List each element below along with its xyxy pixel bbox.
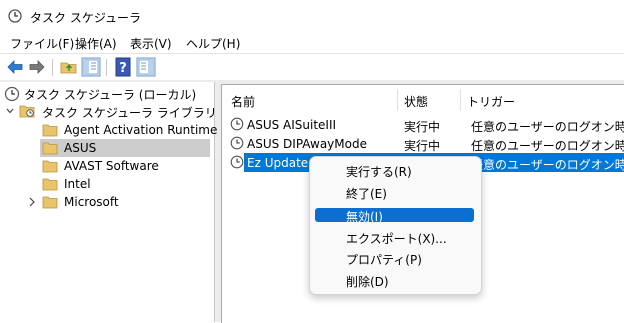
task-clock-icon bbox=[230, 117, 244, 131]
navigation-tree: タスク スケジューラ (ローカル) タスク スケジューラ ライブラリ Agent… bbox=[0, 82, 217, 322]
back-arrow-icon[interactable] bbox=[5, 57, 25, 77]
clock-icon bbox=[8, 9, 22, 23]
folder-clock-icon bbox=[19, 105, 35, 118]
tree-folder-label: AVAST Software bbox=[64, 159, 159, 173]
svg-text:?: ? bbox=[119, 61, 127, 76]
context-item-delete[interactable]: 削除(D) bbox=[315, 273, 474, 289]
context-item-disable[interactable]: 無効(I) bbox=[315, 208, 474, 224]
context-item-end[interactable]: 終了(E) bbox=[315, 185, 474, 201]
folder-icon bbox=[42, 160, 58, 173]
toolbar-separator bbox=[52, 59, 53, 76]
task-trigger: 任意のユーザーのログオン時 bbox=[471, 120, 624, 134]
folder-icon bbox=[42, 196, 58, 209]
tree-folder-label: ASUS bbox=[64, 141, 97, 155]
column-header-trigger[interactable]: トリガー bbox=[461, 85, 624, 111]
task-trigger: 任意のユーザーのログオン時 bbox=[471, 158, 624, 172]
menu-action[interactable]: 操作(A) bbox=[75, 35, 117, 52]
tree-item-root[interactable]: タスク スケジューラ (ローカル) bbox=[4, 84, 209, 102]
tree-folder-label: Intel bbox=[64, 177, 91, 191]
task-status: 実行中 bbox=[404, 139, 441, 153]
chevron-right-icon[interactable] bbox=[28, 197, 36, 207]
task-name: ASUS DIPAwayMode bbox=[247, 137, 367, 151]
menu-view[interactable]: 表示(V) bbox=[130, 35, 172, 52]
folder-up-icon[interactable] bbox=[59, 57, 79, 77]
window-title: タスク スケジューラ bbox=[30, 11, 141, 25]
tree-root-label: タスク スケジューラ (ローカル) bbox=[24, 88, 197, 102]
tree-item-library[interactable]: タスク スケジューラ ライブラリ bbox=[6, 102, 217, 120]
column-header-name[interactable]: 名前 bbox=[222, 85, 397, 111]
tree-folder[interactable]: Microsoft bbox=[26, 193, 210, 211]
table-row[interactable]: ASUS AISuiteIII 実行中 任意のユーザーのログオン時 bbox=[222, 115, 624, 134]
table-row[interactable]: ASUS DIPAwayMode 実行中 任意のユーザーのログオン時 bbox=[222, 134, 624, 153]
toolbar-separator bbox=[106, 59, 107, 76]
chevron-down-icon[interactable] bbox=[6, 107, 14, 115]
show-hide-action-pane-icon[interactable] bbox=[136, 57, 156, 77]
toolbar: ? bbox=[0, 53, 624, 81]
menu-bar: ファイル(F) 操作(A) 表示(V) ヘルプ(H) bbox=[0, 32, 624, 52]
tree-folder-selected[interactable]: ASUS bbox=[40, 139, 210, 157]
tree-folder-label: Agent Activation Runtime bbox=[64, 123, 218, 137]
show-hide-tree-icon[interactable] bbox=[81, 57, 101, 77]
folder-icon bbox=[42, 142, 58, 155]
context-item-properties[interactable]: プロパティ(P) bbox=[315, 251, 474, 267]
task-trigger: 任意のユーザーのログオン時 bbox=[471, 139, 624, 153]
folder-icon bbox=[42, 178, 58, 191]
menu-help[interactable]: ヘルプ(H) bbox=[186, 35, 240, 52]
menu-file[interactable]: ファイル(F) bbox=[10, 35, 74, 52]
tree-folder-label: Microsoft bbox=[64, 195, 119, 209]
task-name: Ez Update bbox=[247, 156, 309, 170]
forward-arrow-icon[interactable] bbox=[27, 57, 47, 77]
help-icon[interactable]: ? bbox=[113, 57, 133, 77]
task-name: ASUS AISuiteIII bbox=[247, 118, 337, 132]
task-status: 実行中 bbox=[404, 120, 441, 134]
column-header-status[interactable]: 状態 bbox=[398, 85, 460, 111]
task-clock-icon bbox=[230, 136, 244, 150]
context-item-export[interactable]: エクスポート(X)... bbox=[315, 230, 474, 246]
context-menu: 実行する(R) 終了(E) 無効(I) エクスポート(X)... プロパティ(P… bbox=[309, 156, 482, 295]
tree-folder[interactable]: AVAST Software bbox=[40, 157, 210, 175]
task-clock-icon bbox=[230, 155, 244, 169]
tree-folder[interactable]: Intel bbox=[40, 175, 210, 193]
folder-icon bbox=[42, 124, 58, 137]
clock-icon bbox=[4, 86, 20, 102]
tree-library-label: タスク スケジューラ ライブラリ bbox=[42, 106, 217, 120]
context-item-run[interactable]: 実行する(R) bbox=[315, 163, 474, 179]
title-bar: タスク スケジューラ bbox=[0, 0, 624, 32]
tree-folder[interactable]: Agent Activation Runtime bbox=[40, 121, 217, 139]
